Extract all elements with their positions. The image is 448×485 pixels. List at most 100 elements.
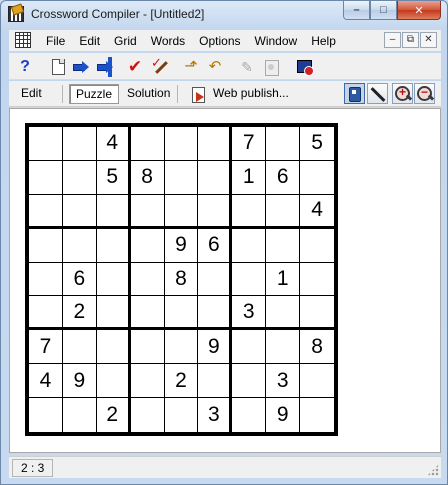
grid-cell[interactable]: 2 xyxy=(62,296,97,331)
grid-cell[interactable] xyxy=(165,398,199,432)
grid-cell[interactable] xyxy=(232,262,267,297)
grid-cell[interactable] xyxy=(130,296,165,331)
grid-cell[interactable] xyxy=(266,296,301,331)
tab-edit[interactable]: Edit xyxy=(15,84,48,104)
grid-cell[interactable] xyxy=(130,127,165,161)
grid-cell[interactable] xyxy=(232,330,267,365)
document-restore-button[interactable]: ⧉ xyxy=(402,32,419,48)
grid-cell[interactable]: 3 xyxy=(266,364,301,399)
title-bar[interactable]: Crossword Compiler - [Untitled2] – □ ✕ xyxy=(1,1,447,28)
grid-cell[interactable]: 8 xyxy=(164,262,199,297)
grid-cell[interactable] xyxy=(131,398,165,432)
document-close-button[interactable]: ✕ xyxy=(420,32,437,48)
grid-cell[interactable] xyxy=(232,194,267,229)
grid-cell[interactable] xyxy=(29,127,63,161)
grid-cell[interactable]: 7 xyxy=(29,330,63,365)
grid-cell[interactable] xyxy=(164,296,199,331)
document-minimize-button[interactable]: – xyxy=(384,32,401,48)
grid-cell[interactable] xyxy=(266,228,301,263)
grid-cell[interactable] xyxy=(62,127,97,161)
grid-cell[interactable] xyxy=(29,398,63,432)
grid-cell[interactable]: 2 xyxy=(97,398,131,432)
grid-cell[interactable] xyxy=(198,296,233,331)
grid-cell[interactable]: 8 xyxy=(130,160,165,195)
select-mode-button[interactable] xyxy=(344,83,365,104)
menu-help[interactable]: Help xyxy=(304,33,343,48)
grid-cell[interactable]: 1 xyxy=(266,262,301,297)
grid-cell[interactable]: 4 xyxy=(96,127,131,161)
menu-edit[interactable]: Edit xyxy=(72,33,107,48)
grid-cell[interactable] xyxy=(96,194,131,229)
grid-cell[interactable] xyxy=(96,262,131,297)
grid-cell[interactable] xyxy=(62,228,97,263)
grid-cell[interactable] xyxy=(29,228,63,263)
grid-cell[interactable]: 1 xyxy=(232,160,267,195)
grid-cell[interactable]: 5 xyxy=(96,160,131,195)
undo-icon[interactable]: ↶ xyxy=(205,57,225,77)
import-icon[interactable] xyxy=(71,57,91,77)
screen-icon[interactable] xyxy=(295,57,315,77)
grid-cell[interactable] xyxy=(62,194,97,229)
grid-cell[interactable] xyxy=(130,194,165,229)
grid-cell[interactable] xyxy=(198,160,233,195)
grid-cell[interactable]: 9 xyxy=(164,228,199,263)
grid-cell[interactable]: 6 xyxy=(198,228,233,263)
web-publish-button[interactable]: Web publish... xyxy=(207,84,295,104)
grid-cell[interactable] xyxy=(198,364,233,399)
grid-cell[interactable] xyxy=(300,161,334,195)
menu-options[interactable]: Options xyxy=(192,33,247,48)
minimize-button[interactable]: – xyxy=(343,1,370,20)
tab-puzzle[interactable]: Puzzle xyxy=(69,84,120,104)
grid-cell[interactable] xyxy=(29,194,63,229)
grid-cell[interactable] xyxy=(29,262,63,297)
grid-cell[interactable]: 4 xyxy=(29,364,63,399)
sudoku-grid[interactable]: 4755816496681237984923239 xyxy=(25,123,338,436)
grid-cell[interactable] xyxy=(62,160,97,195)
tab-solution[interactable]: Solution xyxy=(121,84,176,104)
grid-cell[interactable] xyxy=(130,330,165,365)
grid-cell[interactable] xyxy=(96,330,131,365)
grid-cell[interactable] xyxy=(164,194,199,229)
export-icon[interactable] xyxy=(95,57,115,77)
grid-cell[interactable]: 3 xyxy=(198,398,233,432)
grid-cell[interactable]: 9 xyxy=(198,330,233,365)
grid-cell[interactable] xyxy=(29,160,63,195)
grid-cell[interactable] xyxy=(300,296,334,331)
grid-cell[interactable] xyxy=(198,262,233,297)
grid-cell[interactable] xyxy=(164,330,199,365)
auto-fill-icon[interactable] xyxy=(151,55,171,77)
maximize-button[interactable]: □ xyxy=(370,1,397,20)
grid-cell[interactable] xyxy=(62,330,97,365)
grid-cell[interactable]: 5 xyxy=(300,127,334,161)
zoom-in-button[interactable]: + xyxy=(392,83,413,104)
menu-words[interactable]: Words xyxy=(144,33,192,48)
grid-cell[interactable] xyxy=(300,229,334,263)
grid-cell[interactable]: 9 xyxy=(62,364,97,399)
grid-cell[interactable] xyxy=(266,127,301,161)
grid-cell[interactable] xyxy=(63,398,97,432)
grid-cell[interactable]: 6 xyxy=(266,160,301,195)
new-file-icon[interactable] xyxy=(47,57,67,77)
close-button[interactable]: ✕ xyxy=(397,1,441,20)
grid-cell[interactable] xyxy=(266,330,301,365)
grid-cell[interactable] xyxy=(232,228,267,263)
grid-cell[interactable] xyxy=(300,364,334,399)
grid-cell[interactable] xyxy=(29,296,63,331)
pencil-mode-button[interactable] xyxy=(367,83,388,104)
help-icon[interactable]: ? xyxy=(15,57,35,77)
grid-cell[interactable] xyxy=(96,228,131,263)
grid-cell[interactable] xyxy=(232,364,267,399)
grid-cell[interactable] xyxy=(232,398,267,432)
menu-window[interactable]: Window xyxy=(248,33,305,48)
app-icon[interactable] xyxy=(8,6,24,22)
grid-cell[interactable] xyxy=(130,262,165,297)
menu-grid[interactable]: Grid xyxy=(107,33,144,48)
grid-cell[interactable]: 2 xyxy=(164,364,199,399)
grid-cell[interactable] xyxy=(130,364,165,399)
grid-cell[interactable] xyxy=(164,160,199,195)
document-grid-icon[interactable] xyxy=(15,32,31,48)
resize-grip[interactable] xyxy=(427,464,439,476)
arrow-icon[interactable]: ⬏ xyxy=(181,57,201,77)
grid-cell[interactable] xyxy=(164,127,199,161)
zoom-out-button[interactable]: − xyxy=(414,83,435,104)
